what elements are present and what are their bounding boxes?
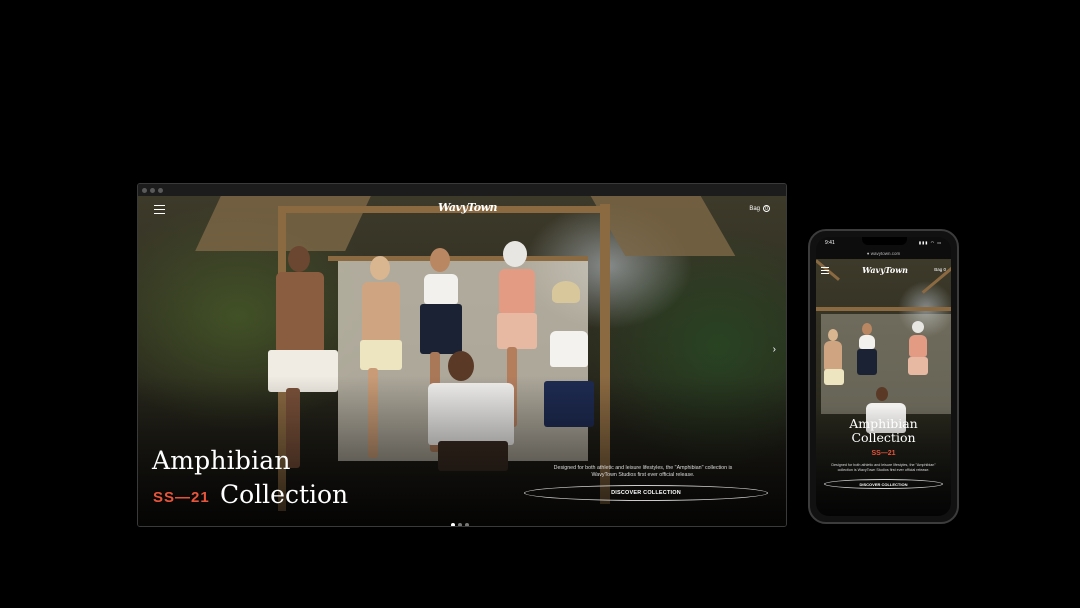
address-bar[interactable]: ● wavytown.com — [816, 251, 951, 256]
bag-button[interactable]: Bag 0 — [749, 205, 770, 212]
discover-collection-button[interactable]: DISCOVER COLLECTION — [524, 485, 768, 501]
hero-title: Amphibian Collection — [816, 417, 951, 445]
phone-hero: WavyTown Bag 0 — [816, 259, 951, 516]
bag-button[interactable]: Bag 0 — [934, 267, 946, 272]
phone-mockup: WavyTown Bag 0 9:41 ▮▮▮ ◠ ▭ ● wavytown.c… — [808, 229, 959, 524]
hero-title-line1: Amphibian — [152, 446, 291, 475]
season-label: SS—21 — [871, 450, 896, 457]
brand-logo[interactable]: WavyTown — [438, 201, 498, 214]
bag-label: Bag — [749, 205, 760, 212]
hamburger-icon[interactable] — [154, 205, 165, 215]
phone-screen: WavyTown Bag 0 9:41 ▮▮▮ ◠ ▭ ● wavytown.c… — [816, 237, 951, 516]
hut-beam — [921, 259, 951, 294]
bag-count-badge: 0 — [763, 205, 770, 212]
pager-dot[interactable] — [465, 523, 469, 526]
hero-title-line2: Collection — [851, 430, 916, 445]
status-bar: 9:41 ▮▮▮ ◠ ▭ — [825, 240, 942, 246]
discover-collection-button[interactable]: DISCOVER COLLECTION — [824, 479, 943, 489]
hut-thatch — [590, 196, 736, 256]
pager-dot-active[interactable] — [451, 523, 455, 526]
status-time: 9:41 — [825, 240, 835, 246]
hero-description: Designed for both athletic and leisure l… — [831, 463, 936, 472]
hero-title-line1: Amphibian — [849, 416, 918, 431]
bag-label: Bag — [934, 267, 943, 272]
season-label: SS—21 — [153, 489, 210, 506]
window-dot[interactable] — [142, 187, 147, 193]
brand-logo[interactable]: WavyTown — [861, 265, 909, 275]
carousel-pager — [451, 523, 469, 526]
hero-description: Designed for both athletic and leisure l… — [553, 465, 733, 478]
bag-count-badge: 0 — [943, 267, 946, 272]
browser-titlebar — [138, 184, 786, 196]
hero-title-line2: Collection — [220, 480, 349, 509]
pager-dot[interactable] — [458, 523, 462, 526]
hut-beam — [816, 307, 951, 311]
desktop-browser-window: WavyTown Bag 0 › Amphibian SS—21 Collect… — [137, 183, 787, 527]
hero-section: WavyTown Bag 0 › Amphibian SS—21 Collect… — [138, 196, 786, 526]
chevron-right-icon[interactable]: › — [773, 344, 776, 355]
window-dot[interactable] — [158, 187, 163, 193]
hamburger-icon[interactable] — [821, 267, 829, 276]
window-dot[interactable] — [150, 187, 155, 193]
status-icons: ▮▮▮ ◠ ▭ — [918, 240, 942, 245]
